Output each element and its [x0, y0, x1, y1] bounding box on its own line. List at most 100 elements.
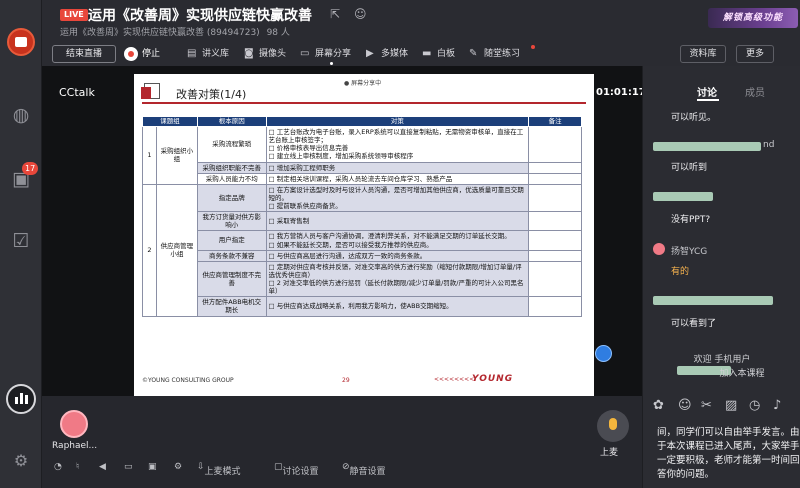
share-tag: ● 屏幕分享中 — [344, 80, 382, 87]
wifi-icon: ◔ — [54, 462, 62, 472]
speaker-icon[interactable]: ◀ — [99, 462, 106, 472]
camera-button[interactable]: ◙ 摄像头 — [244, 46, 286, 62]
blurred-username — [653, 142, 761, 151]
clock-icon[interactable]: ◷ — [749, 398, 760, 413]
action-cell: □ 定期对供应商考核并反馈，对准交率高的供方进行奖励（缩短付款期限/增加订单量/… — [265, 260, 530, 298]
note-cell — [528, 161, 582, 174]
slide-brand: YOUNG — [472, 374, 514, 384]
action-cell: □ 采取寄售制 — [265, 211, 530, 232]
quiz-button[interactable]: ✎ 随堂练习 — [469, 46, 520, 62]
panel-tabs: 讨论 成员 — [643, 66, 800, 102]
raise-mic-button[interactable] — [597, 410, 629, 442]
emoji-icon[interactable]: ☺ — [678, 398, 692, 413]
whiteboard-icon: ▬ — [422, 48, 432, 59]
live-badge: LIVE — [60, 9, 88, 21]
multimedia-button[interactable]: ▶ 多媒体 — [366, 46, 408, 62]
live-toolbar: 结束直播 停止 ▤ 讲义库 ◙ 摄像头 ▭ 屏幕分享 ▶ 多媒体 ▬ 白板 ✎ 随堂练习 资… — [42, 42, 800, 66]
table-header-cell: 备注 — [528, 116, 582, 127]
table-row: 供方配件ABB电机交期长 □ 与供应商达成战略关系，利用我方影响力，使ABB交期缩… — [143, 296, 582, 317]
tab-members[interactable]: 成员 — [745, 84, 765, 99]
note-cell — [528, 296, 582, 317]
root-cause-cell: 采购组织职能不完善 — [196, 161, 267, 174]
table-row: 采购组织职能不完善 □ 增加采购工程师职务 — [143, 161, 582, 174]
courseware-button[interactable]: ▤ 讲义库 — [187, 46, 229, 62]
table-row: 供应商管理制度不完善 □ 定期对供应商考核并反馈，对准交率高的供方进行奖励（缩短付… — [143, 260, 582, 298]
microphone-icon[interactable]: ♮ — [76, 462, 79, 472]
bottom-area: Raphael... 上麦 ◔ ♮ ◀ ▭ ▣ ⚙ ⇩ 上麦模式 ▢ 讨论设置 … — [42, 396, 642, 488]
end-live-button[interactable]: 结束直播 — [52, 45, 116, 63]
chat-tools: ✿ ☺ ✂ ▨ ◷ ♪ — [643, 396, 800, 420]
library-button[interactable]: 资料库 — [680, 45, 726, 63]
settings-gear-icon[interactable]: ⚙ — [10, 450, 32, 472]
camera-icon: ◙ — [244, 48, 254, 59]
mic-mode-button[interactable]: ⇩ 上麦模式 — [197, 462, 241, 477]
table-row: 采购人员能力不均 □ 制定相关培训课程，采购人员轮流去车间仓库学习、熟悉产品 — [143, 172, 582, 185]
planet-icon[interactable]: ◍ — [10, 104, 32, 126]
left-rail: ◍ ▣ 17 ☑ ⚙ — [0, 0, 42, 488]
multimedia-icon: ▶ — [366, 48, 374, 59]
active-tab-indicator — [697, 99, 719, 101]
screen-share-button[interactable]: ▭ 屏幕分享 — [300, 46, 351, 65]
users-icon[interactable]: ☺ — [354, 7, 367, 21]
note-cell — [528, 211, 582, 232]
group-name: 采购组织小组 — [155, 126, 198, 185]
flower-icon[interactable]: ✿ — [653, 398, 664, 413]
table-row: 1 采购组织小组 采购流程繁琐 □ 工艺台账改为电子台账，录入ERP系统可以直接复制粘… — [142, 126, 582, 185]
unlock-premium-button[interactable]: 解锁高级功能 — [708, 8, 798, 28]
table-header-cell: 对策 — [265, 116, 530, 127]
message-3: 没有PPT? — [671, 215, 711, 225]
root-cause-cell: 指定品牌 — [196, 183, 267, 213]
user-avatar-small — [653, 243, 665, 255]
settings-icon[interactable]: ⚙ — [174, 462, 182, 472]
blurred-username — [653, 296, 773, 305]
table-row: 用户指定 □ 我方营销人员与客户沟通协调，澄清利弊关系，对不能满足交期的订单延长交… — [143, 230, 582, 251]
group-number: 2 — [142, 183, 157, 317]
action-item: □ 采取寄售制 — [268, 217, 310, 226]
note-cell — [528, 260, 582, 298]
root-cause-cell: 采购流程繁琐 — [196, 126, 267, 163]
stop-button[interactable]: 停止 — [124, 46, 160, 62]
subtitle-icon[interactable]: ▭ — [124, 462, 133, 472]
mute-settings-button[interactable]: ⊘ 静音设置 — [342, 462, 386, 477]
slide-footer: ©YOUNG CONSULTING GROUP — [142, 377, 234, 384]
action-cell: □ 在方案设计选型时及时与设计人员沟通，是否可增加其他供应商，优选质量可靠且交期… — [265, 183, 530, 213]
note-cell — [528, 126, 582, 163]
stage-brand: CCtalk — [59, 86, 95, 99]
external-link-icon[interactable]: ⇱ — [330, 7, 340, 21]
action-item: □ 建立线上审核制度，增加采购系统领导审核程序 — [268, 152, 414, 161]
action-cell: □ 我方营销人员与客户沟通协调，澄清利弊关系，对不能满足交期的订单延长交期。 □ … — [265, 230, 530, 251]
note-cell — [528, 172, 582, 185]
whiteboard-button[interactable]: ▬ 白板 — [422, 46, 455, 62]
slide-logo — [141, 83, 160, 99]
discussion-settings-button[interactable]: ▢ 讨论设置 — [274, 462, 319, 477]
bell-icon[interactable]: ♪ — [773, 398, 781, 413]
tab-discussion[interactable]: 讨论 — [697, 84, 717, 99]
action-cell: □ 制定相关培训课程，采购人员轮流去车间仓库学习、熟悉产品 — [265, 172, 530, 185]
message-1: 可以听见。 — [671, 113, 717, 123]
action-cell: □ 与供应商达成战略关系，利用我方影响力，使ABB交期缩短。 — [265, 296, 530, 317]
bottom-toolbar: ◔ ♮ ◀ ▭ ▣ ⚙ ⇩ 上麦模式 ▢ 讨论设置 ⊘ 静音设置 — [42, 460, 642, 477]
message-4: 有的 — [671, 267, 690, 277]
user-avatar[interactable] — [60, 410, 88, 438]
more-button[interactable]: 更多 — [736, 45, 774, 63]
blurred-username — [653, 192, 713, 201]
image-icon[interactable]: ▨ — [725, 398, 737, 413]
mic-label: 上麦 — [600, 448, 619, 458]
message-list: 可以听见。 nd 可以听到 没有PPT? 扬智YCG 有的 可以看到了 欢迎 手… — [643, 104, 800, 394]
slide-title: 改善对策(1/4) — [176, 88, 247, 101]
scissors-icon[interactable]: ✂ — [701, 398, 712, 413]
slide-page-number: 29 — [342, 377, 350, 384]
root-cause-cell: 我方订货量对供方影响小 — [196, 211, 267, 232]
calendar-icon[interactable]: ☑ — [10, 230, 32, 252]
screen-share-icon: ▭ — [300, 48, 310, 59]
root-cause-cell: 用户指定 — [196, 230, 267, 251]
action-item: □ 工艺台账改为电子台账，录入ERP系统可以直接复制粘贴，无需物资审核单，直接在… — [268, 128, 524, 145]
slide-rule — [142, 102, 586, 104]
app-window: ◍ ▣ 17 ☑ ⚙ LIVE 运用《改善周》实现供应链快赢改善 ⇱ ☺ 运用《… — [0, 0, 800, 488]
video-icon[interactable]: ▣ — [148, 462, 157, 472]
stats-icon[interactable] — [6, 384, 36, 414]
note-cell — [528, 230, 582, 251]
app-logo[interactable] — [7, 28, 35, 56]
floating-chat-icon[interactable] — [595, 345, 612, 362]
note-cell — [528, 249, 582, 262]
